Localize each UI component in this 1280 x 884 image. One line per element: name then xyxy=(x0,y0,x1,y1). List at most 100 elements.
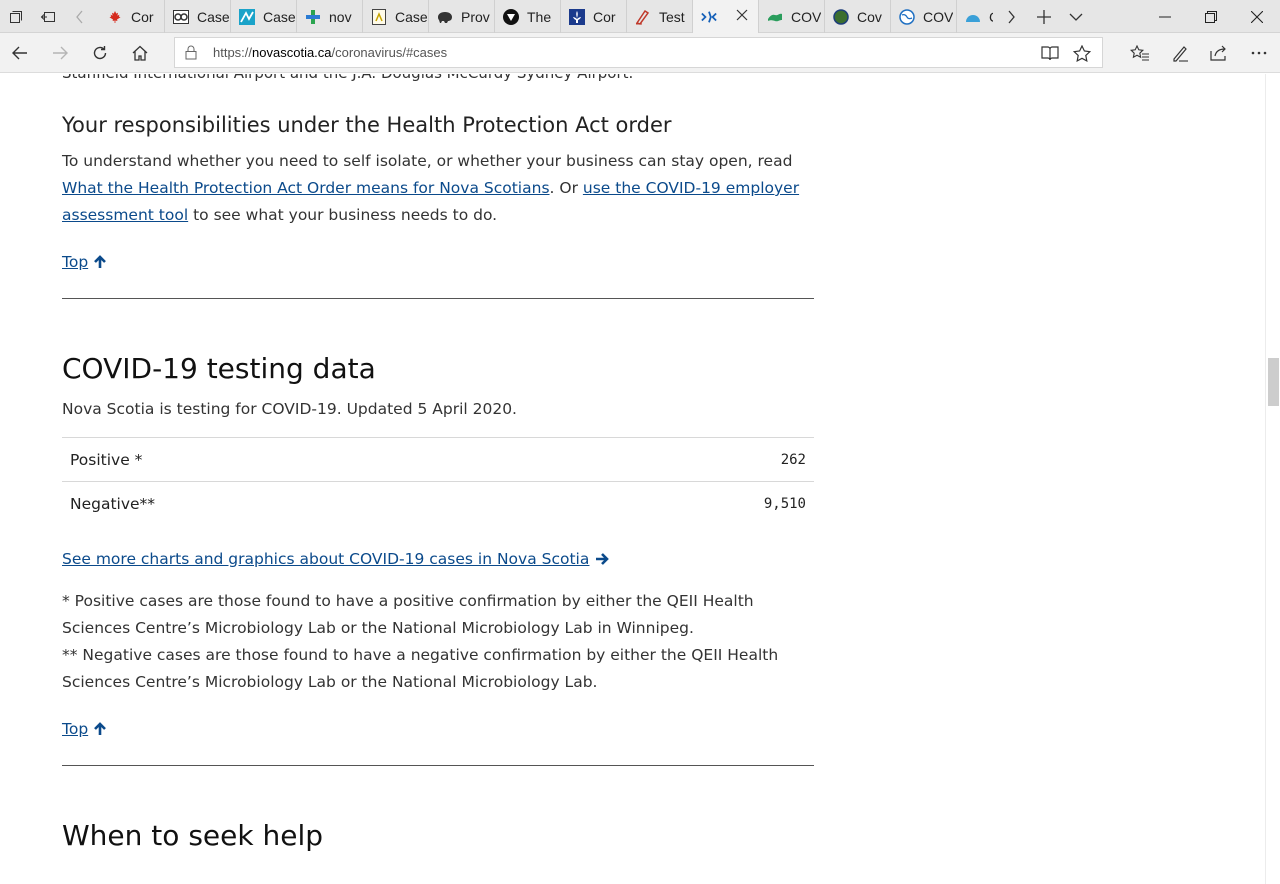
tab-title: Prov xyxy=(461,8,490,25)
arrow-up-icon xyxy=(93,721,107,736)
close-window-icon[interactable] xyxy=(1234,0,1280,33)
seek-help-heading: When to seek help xyxy=(62,818,323,852)
web-notes-pen-icon[interactable] xyxy=(1160,33,1200,73)
share-icon[interactable] xyxy=(1199,33,1239,73)
lock-icon[interactable] xyxy=(185,45,197,65)
top-link-label: Top xyxy=(62,719,89,738)
tab-title: COV xyxy=(923,8,954,25)
tab-3[interactable]: Case xyxy=(231,0,297,33)
favorites-hub-icon[interactable] xyxy=(1120,33,1160,73)
tab-9[interactable]: Test xyxy=(627,0,693,33)
tab-bar: Cor Case Case nov Case Prov The Cor Test… xyxy=(0,0,1280,33)
tab-13[interactable]: COV xyxy=(891,0,957,33)
row-label: Positive * xyxy=(62,437,551,482)
vertical-scrollbar[interactable] xyxy=(1265,74,1280,884)
row-label: Negative** xyxy=(62,481,551,526)
top-link-label: Top xyxy=(62,253,89,271)
cbc-icon xyxy=(173,9,189,25)
tab-title: Cor xyxy=(131,8,154,25)
testing-results-table: Positive * 262 Negative** 9,510 xyxy=(62,437,814,526)
tab-11[interactable]: COV xyxy=(759,0,825,33)
tab-4[interactable]: nov xyxy=(297,0,363,33)
back-to-top-link[interactable]: Top xyxy=(62,720,107,738)
health-protection-order-link[interactable]: What the Health Protection Act Order mea… xyxy=(62,179,550,197)
set-tabs-aside-icon[interactable] xyxy=(32,0,64,33)
row-value: 262 xyxy=(550,437,814,482)
positive-footnote: * Positive cases are those found to have… xyxy=(62,591,754,637)
shield-icon xyxy=(503,8,519,25)
arrow-right-icon xyxy=(595,552,610,566)
section-divider xyxy=(62,298,814,299)
tab-preview-chevron-icon[interactable] xyxy=(1060,0,1092,33)
chart-icon xyxy=(239,8,255,25)
home-icon[interactable] xyxy=(120,33,160,73)
page-content: Stanfield International Airport and the … xyxy=(62,74,814,856)
cross-icon xyxy=(305,9,321,25)
tab-7[interactable]: The xyxy=(495,0,561,33)
arrow-up-icon xyxy=(93,255,107,269)
more-charts-label: See more charts and graphics about COVID… xyxy=(62,549,590,568)
scrollbar-thumb[interactable] xyxy=(1268,358,1279,406)
paragraph-text: . Or xyxy=(549,179,583,197)
refresh-icon[interactable] xyxy=(80,33,120,73)
close-tab-icon[interactable] xyxy=(736,8,748,26)
footnotes: * Positive cases are those found to have… xyxy=(62,588,814,696)
tab-12[interactable]: Cov xyxy=(825,0,891,33)
maple-leaf-icon xyxy=(107,9,123,25)
fleur-de-lis-icon xyxy=(569,8,585,25)
table-row: Positive * 262 xyxy=(62,437,814,482)
tab-title: Test xyxy=(659,8,685,25)
restore-icon[interactable] xyxy=(1188,0,1234,33)
airport-text: Stanfield International Airport and the … xyxy=(62,74,814,84)
reading-view-icon[interactable] xyxy=(1040,44,1060,62)
back-icon[interactable] xyxy=(0,33,40,73)
scroll-tabs-right-icon[interactable] xyxy=(995,0,1027,33)
minimize-icon[interactable] xyxy=(1142,0,1188,33)
tab-title: Case xyxy=(197,8,230,25)
more-options-icon[interactable] xyxy=(1239,33,1279,73)
negative-footnote: ** Negative cases are those found to hav… xyxy=(62,645,779,691)
forward-icon[interactable] xyxy=(40,33,80,73)
paragraph-text: To understand whether you need to self i… xyxy=(62,152,793,170)
tab-title: The xyxy=(527,8,552,25)
tab-title: COV xyxy=(791,8,822,25)
tab-title: nov xyxy=(329,8,352,25)
bison-icon xyxy=(437,9,453,25)
table-row: Negative** 9,510 xyxy=(62,481,814,526)
pen-icon xyxy=(635,9,651,25)
responsibilities-paragraph: To understand whether you need to self i… xyxy=(62,148,814,229)
tab-title: Cor xyxy=(593,8,616,25)
nova-scotia-icon xyxy=(701,9,717,25)
tab-1[interactable]: Cor xyxy=(99,0,165,33)
section-divider xyxy=(62,764,814,766)
url-host: novascotia.ca xyxy=(252,45,332,60)
tab-2[interactable]: Case xyxy=(165,0,231,33)
address-bar[interactable]: https://novascotia.ca/coronavirus/#cases xyxy=(174,37,1103,68)
paragraph-text: to see what your business needs to do. xyxy=(188,206,498,224)
testing-updated-text: Nova Scotia is testing for COVID-19. Upd… xyxy=(62,400,517,418)
map-icon xyxy=(767,9,783,25)
tab-actions-icon[interactable] xyxy=(0,0,32,33)
tab-14[interactable]: C xyxy=(957,0,993,33)
url-scheme: https:// xyxy=(213,45,253,60)
testing-data-heading: COVID-19 testing data xyxy=(62,352,376,385)
tab-5[interactable]: Case xyxy=(363,0,429,33)
more-charts-link[interactable]: See more charts and graphics about COVID… xyxy=(62,549,610,568)
url-path: /coronavirus/#cases xyxy=(331,45,448,60)
back-to-top-link[interactable]: Top xyxy=(62,253,107,271)
responsibilities-heading: Your responsibilities under the Health P… xyxy=(62,113,672,137)
globe-icon xyxy=(833,8,849,25)
world-icon xyxy=(899,8,915,25)
url-text[interactable]: https://novascotia.ca/coronavirus/#cases xyxy=(213,45,447,60)
row-value: 9,510 xyxy=(550,481,814,526)
tab-8[interactable]: Cor xyxy=(561,0,627,33)
page-viewport: Stanfield International Airport and the … xyxy=(0,74,1265,884)
tab-title: Case xyxy=(395,8,428,25)
tab-6[interactable]: Prov xyxy=(429,0,495,33)
tab-title: Cov xyxy=(857,8,882,25)
scroll-tabs-left-icon[interactable] xyxy=(64,0,96,33)
new-tab-icon[interactable] xyxy=(1028,0,1060,33)
navigation-bar: https://novascotia.ca/coronavirus/#cases xyxy=(0,33,1280,73)
tab-active[interactable] xyxy=(693,0,759,33)
favorite-star-icon[interactable] xyxy=(1072,44,1092,62)
